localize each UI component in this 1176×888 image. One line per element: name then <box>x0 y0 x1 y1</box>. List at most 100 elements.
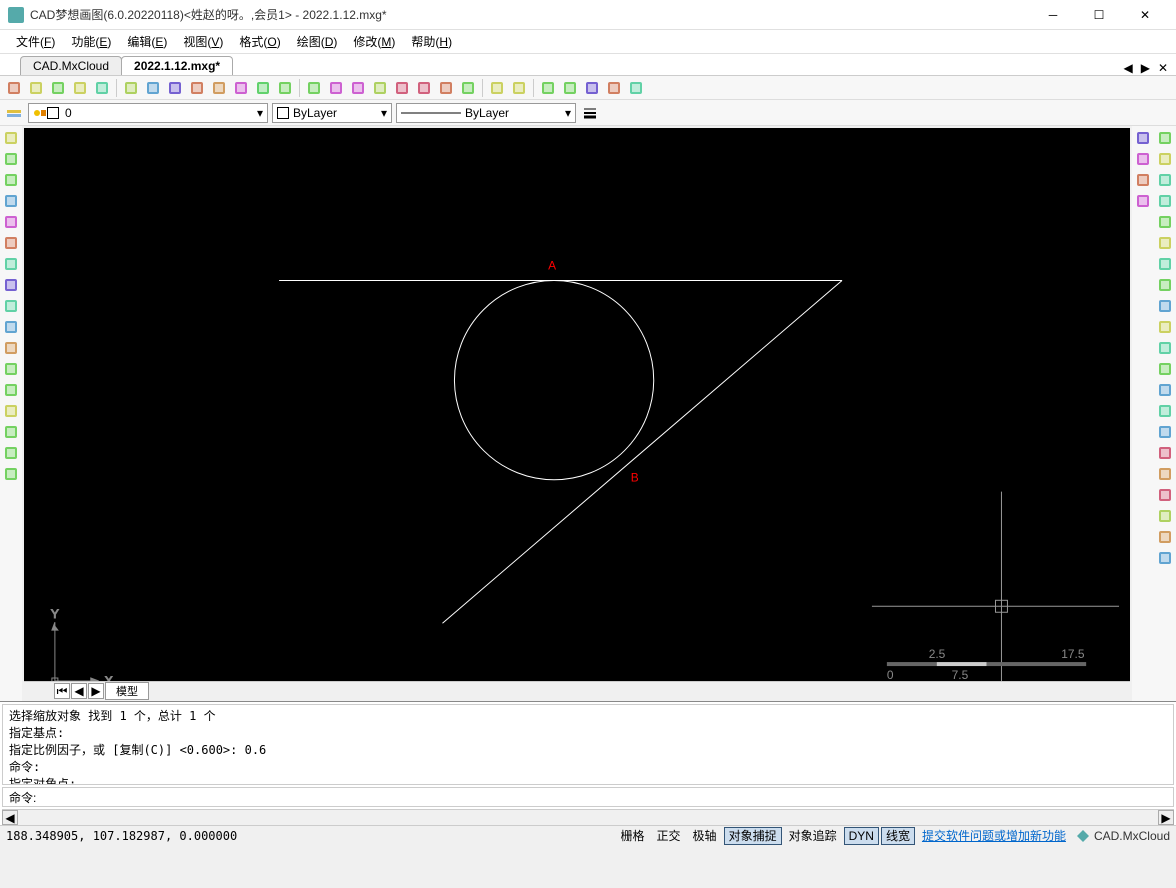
extend-icon[interactable] <box>1155 338 1175 358</box>
dim-icon[interactable] <box>436 78 456 98</box>
tab-prev-icon[interactable]: ◀ <box>1119 61 1136 75</box>
tab-cloud[interactable]: CAD.MxCloud <box>20 56 122 75</box>
globe-icon[interactable] <box>560 78 580 98</box>
model-next-icon[interactable]: ▶ <box>88 683 104 699</box>
menu-m[interactable]: 修改(M) <box>345 31 403 52</box>
mirror-icon[interactable] <box>1155 170 1175 190</box>
color-dropdown[interactable]: ByLayer ▾ <box>272 103 392 123</box>
stretch-icon[interactable] <box>1155 296 1175 316</box>
matchprop-icon[interactable] <box>1133 191 1153 211</box>
status-线宽[interactable]: 线宽 <box>881 827 915 845</box>
zoom-prev-icon[interactable] <box>231 78 251 98</box>
tab-file[interactable]: 2022.1.12.mxg* <box>121 56 233 75</box>
linetype-dropdown[interactable]: ByLayer ▾ <box>396 103 576 123</box>
trim-icon[interactable] <box>1155 317 1175 337</box>
redo-icon[interactable] <box>509 78 529 98</box>
revcloud-icon[interactable] <box>1 275 21 295</box>
hscroll-left-icon[interactable]: ◀ <box>2 810 18 825</box>
menu-v[interactable]: 视图(V) <box>175 31 231 52</box>
dim-linear-icon[interactable] <box>1155 443 1175 463</box>
layer-freeze-icon[interactable] <box>370 78 390 98</box>
drawing-canvas[interactable]: A B X Y <box>24 128 1130 681</box>
zoom-window-icon[interactable] <box>209 78 229 98</box>
status-对象捕捉[interactable]: 对象捕捉 <box>724 827 782 845</box>
layer-thaw-icon[interactable] <box>392 78 412 98</box>
dim-diameter-icon[interactable] <box>1155 506 1175 526</box>
break-icon[interactable] <box>1155 359 1175 379</box>
open2-icon[interactable] <box>48 78 68 98</box>
saveas-icon[interactable] <box>92 78 112 98</box>
status-DYN[interactable]: DYN <box>844 827 879 845</box>
zoom-extents-icon[interactable] <box>121 78 141 98</box>
status-正交[interactable]: 正交 <box>652 827 686 845</box>
dim-radius-icon[interactable] <box>1155 485 1175 505</box>
chamfer-icon[interactable] <box>1155 380 1175 400</box>
menu-o[interactable]: 格式(O) <box>231 31 288 52</box>
menu-e[interactable]: 编辑(E) <box>119 31 175 52</box>
copyclip-icon[interactable] <box>1133 128 1153 148</box>
layer-dropdown[interactable]: 0 ▾ <box>28 103 268 123</box>
text-icon[interactable] <box>1 401 21 421</box>
model-tab[interactable]: 模型 <box>105 682 149 700</box>
line-icon[interactable] <box>1 128 21 148</box>
layer-icon[interactable] <box>304 78 324 98</box>
menu-e[interactable]: 功能(E) <box>63 31 119 52</box>
dim-arc-icon[interactable] <box>1155 548 1175 568</box>
spline-icon[interactable] <box>1 296 21 316</box>
move-icon[interactable] <box>1155 233 1175 253</box>
table-icon[interactable] <box>1 422 21 442</box>
fillet-icon[interactable] <box>1155 401 1175 421</box>
zoom-realtime-icon[interactable] <box>253 78 273 98</box>
arc-icon[interactable] <box>1 233 21 253</box>
rotate-icon[interactable] <box>1155 254 1175 274</box>
tab-next-icon[interactable]: ▶ <box>1137 61 1154 75</box>
model-first-icon[interactable]: ⏮ <box>54 683 70 699</box>
dim-aligned-icon[interactable] <box>1155 464 1175 484</box>
layer-lock-icon[interactable] <box>414 78 434 98</box>
xline-icon[interactable] <box>1 149 21 169</box>
zoom-in-icon[interactable] <box>143 78 163 98</box>
status-栅格[interactable]: 栅格 <box>616 827 650 845</box>
circle-icon[interactable] <box>1 254 21 274</box>
pdf-icon[interactable] <box>604 78 624 98</box>
ellipse-arc-icon[interactable] <box>1 338 21 358</box>
dim-angular-icon[interactable] <box>1155 527 1175 547</box>
settings-icon[interactable] <box>582 78 602 98</box>
new-icon[interactable] <box>4 78 24 98</box>
layer-off-icon[interactable] <box>348 78 368 98</box>
hscroll-right-icon[interactable]: ▶ <box>1158 810 1174 825</box>
offset-icon[interactable] <box>1155 191 1175 211</box>
status-极轴[interactable]: 极轴 <box>688 827 722 845</box>
scale-icon[interactable] <box>1155 275 1175 295</box>
menu-f[interactable]: 文件(F) <box>8 31 63 52</box>
block-icon[interactable] <box>1 380 21 400</box>
hatch-icon[interactable] <box>1 464 21 484</box>
array-icon[interactable] <box>1155 212 1175 232</box>
maximize-button[interactable]: ☐ <box>1076 0 1122 30</box>
cut-icon[interactable] <box>1133 170 1153 190</box>
pline-icon[interactable] <box>1 170 21 190</box>
erase-icon[interactable] <box>1155 128 1175 148</box>
print-icon[interactable] <box>458 78 478 98</box>
zoom-out-icon[interactable] <box>165 78 185 98</box>
regen-icon[interactable] <box>275 78 295 98</box>
mtext-icon[interactable] <box>1 443 21 463</box>
status-对象追踪[interactable]: 对象追踪 <box>784 827 842 845</box>
polygon-icon[interactable] <box>1 191 21 211</box>
save-icon[interactable] <box>70 78 90 98</box>
copy-icon[interactable] <box>1155 149 1175 169</box>
pan-icon[interactable] <box>187 78 207 98</box>
explode-icon[interactable] <box>1155 422 1175 442</box>
point-icon[interactable] <box>1 359 21 379</box>
ellipse-icon[interactable] <box>1 317 21 337</box>
layer-iso-icon[interactable] <box>326 78 346 98</box>
layer-manager-icon[interactable] <box>4 103 24 123</box>
undo-icon[interactable] <box>487 78 507 98</box>
menu-h[interactable]: 帮助(H) <box>403 31 460 52</box>
minimize-button[interactable]: ─ <box>1030 0 1076 30</box>
lineweight-icon[interactable] <box>580 103 600 123</box>
command-input[interactable] <box>44 790 1167 804</box>
pasteclip-icon[interactable] <box>1133 149 1153 169</box>
close-button[interactable]: ✕ <box>1122 0 1168 30</box>
tab-close-icon[interactable]: ✕ <box>1154 61 1172 75</box>
